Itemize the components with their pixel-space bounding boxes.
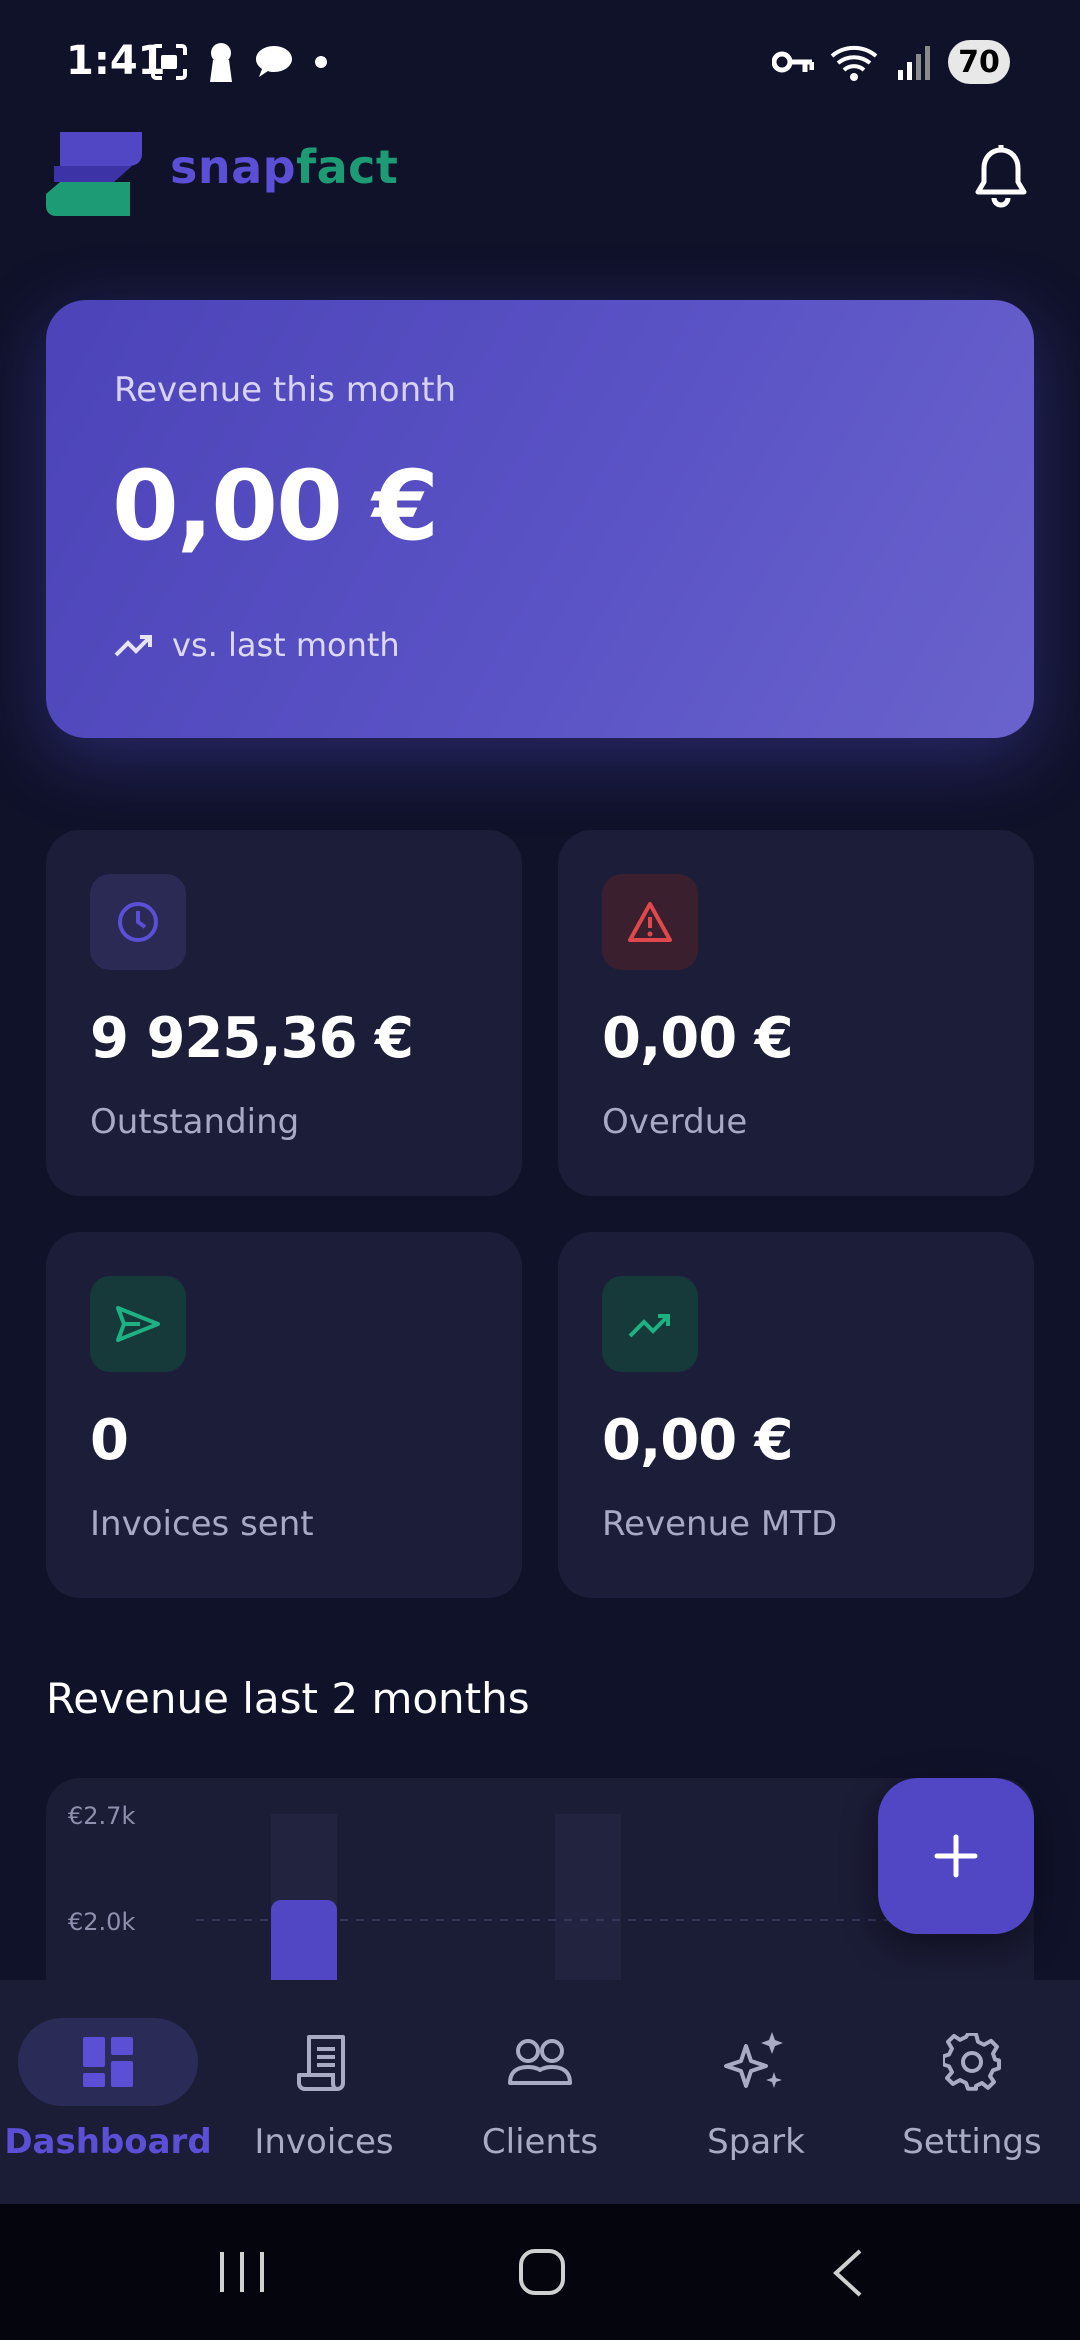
stat-label: Outstanding [90, 1102, 300, 1142]
stat-value: 0,00 € [602, 1408, 794, 1473]
keyhole-icon [210, 43, 232, 82]
dashboard-icon [83, 2037, 133, 2087]
nav-label: Dashboard [4, 2122, 212, 2162]
stat-label: Revenue MTD [602, 1504, 838, 1544]
battery-indicator: 70 [948, 40, 1010, 84]
wifi-icon [830, 45, 878, 81]
stat-card-revenue-mtd[interactable]: 0,00 € Revenue MTD [558, 1232, 1034, 1598]
stat-card-overdue[interactable]: 0,00 € Overdue [558, 830, 1034, 1196]
stat-card-outstanding[interactable]: 9 925,36 € Outstanding [46, 830, 522, 1196]
back-button[interactable] [830, 2248, 864, 2298]
nav-label: Settings [902, 2122, 1042, 2162]
stat-icon-box [90, 1276, 186, 1372]
stat-value: 0,00 € [602, 1006, 794, 1071]
dashboard-screen: 1:41 70 snapfact Revenue this month 0,00… [0, 0, 1080, 2340]
nav-icon-pill [882, 2018, 1062, 2106]
nav-icon-pill [234, 2018, 414, 2106]
nav-label: Invoices [254, 2122, 394, 2162]
nav-label: Spark [707, 2122, 805, 2162]
revenue-trend: vs. last month [114, 626, 400, 664]
nav-icon-pill [666, 2018, 846, 2106]
status-bar: 1:41 70 [0, 0, 1080, 120]
gear-icon [943, 2033, 1001, 2091]
brand-name: snapfact [170, 140, 398, 194]
stat-icon-box [602, 1276, 698, 1372]
nav-icon-pill [450, 2018, 630, 2106]
chat-bubble-icon [256, 46, 292, 77]
trending-up-icon [114, 635, 152, 657]
nav-label: Clients [481, 2122, 599, 2162]
brand-name-part2: fact [296, 140, 399, 194]
dot-icon [315, 56, 327, 68]
stat-value: 9 925,36 € [90, 1006, 414, 1071]
vpn-key-icon [772, 51, 814, 73]
nav-item-spark[interactable]: Spark [648, 1980, 864, 2204]
recent-apps-button[interactable] [218, 2250, 266, 2294]
system-navigation-bar [0, 2204, 1080, 2340]
y-tick-label: €2.0k [68, 1908, 135, 1936]
nav-item-clients[interactable]: Clients [432, 1980, 648, 2204]
users-icon [508, 2039, 572, 2085]
signal-icon [898, 46, 930, 80]
trending-up-icon [628, 1314, 670, 1338]
stat-label: Overdue [602, 1102, 748, 1142]
stat-value: 0 [90, 1408, 129, 1473]
snapfact-logo [46, 132, 142, 216]
nav-item-settings[interactable]: Settings [864, 1980, 1080, 2204]
revenue-hero-value: 0,00 € [112, 450, 439, 562]
stat-icon-box [602, 874, 698, 970]
stat-card-invoices-sent[interactable]: 0 Invoices sent [46, 1232, 522, 1598]
send-icon [116, 1306, 160, 1342]
stat-icon-box [90, 874, 186, 970]
brand-name-part1: snap [170, 140, 297, 194]
revenue-hero-label: Revenue this month [114, 370, 457, 410]
status-system-icons: 70 [772, 38, 1010, 86]
chart-section-title: Revenue last 2 months [46, 1674, 530, 1723]
nav-item-invoices[interactable]: Invoices [216, 1980, 432, 2204]
screenshot-icon [151, 44, 187, 80]
add-invoice-button[interactable] [878, 1778, 1034, 1934]
receipt-icon [297, 2035, 345, 2091]
status-notification-icons [150, 40, 328, 84]
y-tick-label: €2.7k [68, 1802, 135, 1830]
nav-icon-pill [18, 2018, 198, 2106]
home-button[interactable] [518, 2248, 566, 2296]
warning-icon [628, 902, 672, 942]
bottom-navigation: Dashboard Invoices Clients Spark Setting… [0, 1980, 1080, 2204]
revenue-trend-text: vs. last month [172, 626, 400, 664]
revenue-hero-card: Revenue this month 0,00 € vs. last month [46, 300, 1034, 738]
notifications-bell-icon[interactable] [972, 144, 1030, 208]
sparkles-icon [724, 2032, 783, 2088]
stat-label: Invoices sent [90, 1504, 314, 1544]
clock-icon [118, 902, 158, 942]
nav-item-dashboard[interactable]: Dashboard [0, 1980, 216, 2204]
plus-icon [934, 1834, 978, 1878]
